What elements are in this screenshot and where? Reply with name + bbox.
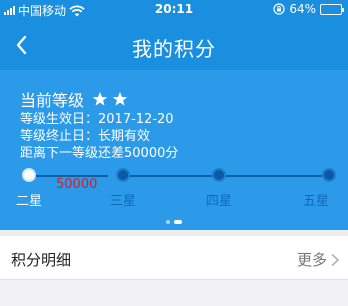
level-progress-track: 二星 三星 四星 五星 50000 <box>0 168 348 209</box>
battery-percent: 64% <box>289 2 316 16</box>
more-link[interactable]: 更多 <box>297 249 340 270</box>
carousel-dot-active <box>174 220 182 224</box>
star-icon <box>92 92 108 106</box>
more-label: 更多 <box>296 251 327 269</box>
tier-node-current <box>22 168 36 182</box>
battery-icon <box>320 3 344 15</box>
nav-bar: 我的积分 <box>0 20 348 70</box>
star-icon <box>112 92 128 106</box>
points-detail-row[interactable]: 积分明细 更多 <box>0 236 348 280</box>
tier-node <box>322 168 336 182</box>
tier-node <box>212 168 226 182</box>
points-detail-title: 积分明细 <box>11 251 72 269</box>
tier-label: 五星 <box>302 194 329 209</box>
page-title: 我的积分 <box>132 37 216 61</box>
rotation-lock-icon <box>273 3 285 15</box>
tier-label: 三星 <box>109 194 136 209</box>
status-right: 64% <box>273 2 344 16</box>
track-segment <box>130 175 212 177</box>
chevron-right-icon <box>331 253 340 266</box>
status-bar: 中国移动 20:11 64% <box>0 0 348 20</box>
carousel-dot <box>166 220 170 224</box>
track-segment <box>226 175 322 177</box>
level-stars <box>92 91 128 107</box>
carousel-indicator <box>0 220 348 224</box>
points-value: 50000 <box>56 177 98 192</box>
level-banner[interactable]: 当前等级 等级生效日：2017-12-20 等级终止日：长期有效 距离下一等级还… <box>0 70 348 230</box>
tier-node <box>116 168 130 182</box>
points-gap-text: 距离下一等级还差50000分 <box>20 146 179 161</box>
tier-label: 四星 <box>205 194 232 209</box>
tier-label: 二星 <box>15 194 42 209</box>
